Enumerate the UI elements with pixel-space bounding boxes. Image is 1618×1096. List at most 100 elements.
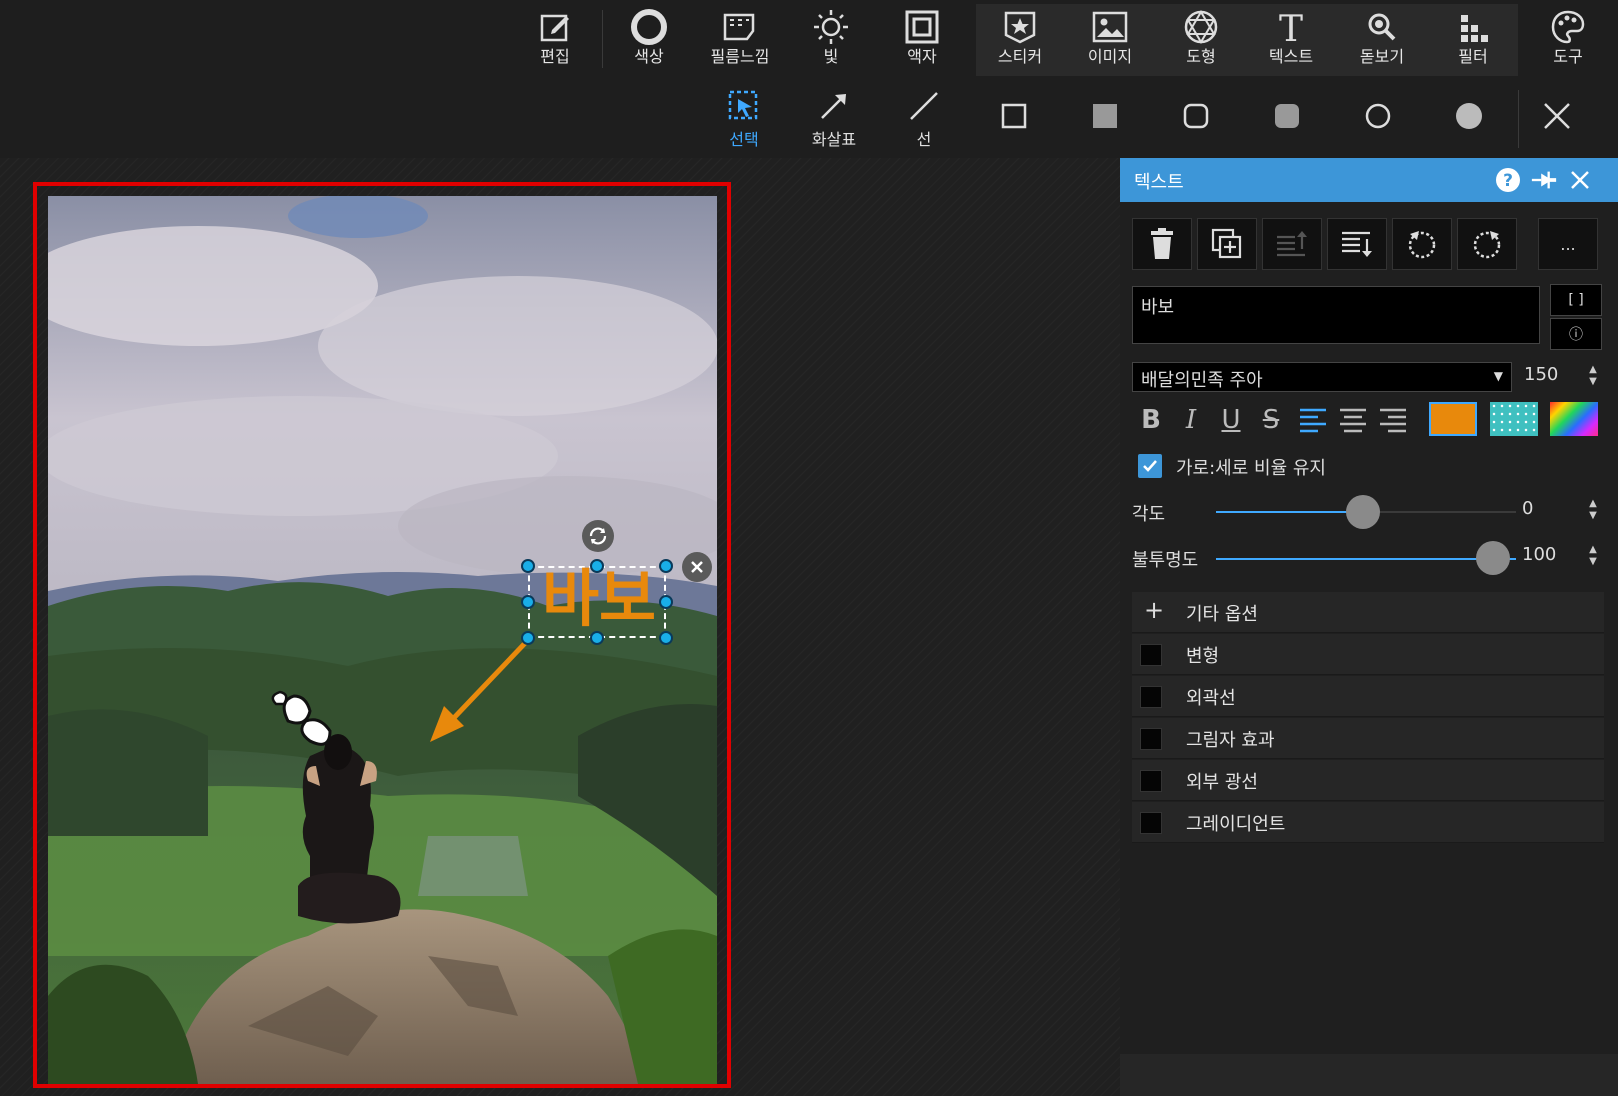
toolbar-image[interactable]: 이미지 [1069,6,1151,74]
subtool-arrow[interactable]: 화살표 [794,86,874,152]
rainbow-swatch[interactable] [1550,402,1598,436]
square-filled-button[interactable] [1091,102,1119,130]
help-icon: ? [1496,168,1520,192]
resize-handle[interactable] [590,559,604,573]
help-button[interactable]: ? [1494,166,1522,194]
resize-handle[interactable] [659,631,673,645]
opacity-spinner[interactable]: ▲ ▼ [1586,544,1600,572]
rotate-right-button[interactable] [1457,218,1517,270]
option-checkbox[interactable] [1140,728,1162,750]
align-center-button[interactable] [1334,402,1372,438]
opacity-slider-knob[interactable] [1476,541,1510,575]
circle-outline-button[interactable] [1364,102,1392,130]
toolbar-magnifier[interactable]: 돋보기 [1341,6,1423,74]
square-outline-button[interactable] [1000,102,1028,130]
toolbar-color[interactable]: 색상 [608,6,690,74]
text-color-swatch[interactable] [1429,402,1477,436]
align-right-button[interactable] [1374,402,1412,438]
info-button[interactable]: ⓘ [1550,318,1602,350]
rounded-square-filled-button[interactable] [1273,102,1301,130]
option-outline[interactable]: 외곽선 [1132,676,1604,717]
subtool-arrow-label: 화살표 [811,130,857,149]
rotate-handle[interactable] [582,520,614,552]
toolbar-tools[interactable]: 도구 [1527,6,1609,74]
angle-value[interactable]: 0 [1522,498,1533,519]
option-checkbox[interactable] [1140,770,1162,792]
send-backward-icon [1342,231,1372,257]
duplicate-icon [1211,228,1242,259]
opacity-value[interactable]: 100 [1522,544,1556,565]
resize-handle[interactable] [659,559,673,573]
delete-button[interactable] [1132,218,1192,270]
sun-icon [814,10,848,44]
underline-button[interactable]: U [1212,402,1250,438]
keep-ratio-checkbox[interactable] [1138,454,1162,478]
resize-handle[interactable] [659,595,673,609]
toolbar-sticker[interactable]: 스티커 [979,6,1061,74]
resize-handle[interactable] [590,631,604,645]
option-checkbox[interactable] [1140,644,1162,666]
toolbar-shape[interactable]: 도형 [1160,6,1242,74]
pin-button[interactable] [1530,166,1558,194]
option-checkbox[interactable] [1140,812,1162,834]
bring-forward-button[interactable] [1262,218,1322,270]
toolbar-film[interactable]: 필름느낌 [699,6,781,74]
toolbar-light[interactable]: 빛 [790,6,872,74]
option-outer-glow[interactable]: 외부 광선 [1132,760,1604,801]
rounded-square-outline-button[interactable] [1182,102,1210,130]
angle-slider-track[interactable] [1376,511,1516,513]
bold-button[interactable]: B [1132,402,1170,438]
toolbar-text[interactable]: T 텍스트 [1250,6,1332,74]
toolbar-magnifier-label: 돋보기 [1359,47,1405,66]
toolbar-edit[interactable]: 편집 [514,6,596,74]
font-size-value[interactable]: 150 [1524,364,1558,385]
font-size-spinner[interactable]: ▲ ▼ [1586,364,1600,392]
subtoolbar-close-button[interactable] [1541,100,1573,132]
subtoolbar-divider [1518,90,1519,148]
photo-canvas[interactable] [48,196,717,1084]
strikethrough-button[interactable]: S [1252,402,1290,438]
circle-filled-button[interactable] [1455,102,1483,130]
orange-arrow-object[interactable] [420,630,540,750]
subtool-select[interactable]: 선택 [704,86,784,152]
resize-handle[interactable] [521,631,535,645]
send-backward-button[interactable] [1327,218,1387,270]
text-input[interactable]: 바보 [1132,286,1540,344]
align-center-icon [1340,408,1366,433]
toolbar-edit-label: 편집 [540,47,570,66]
close-icon [1571,171,1589,189]
more-options-row[interactable]: + 기타 옵션 [1132,592,1604,633]
more-button[interactable]: ... [1538,218,1598,270]
resize-handle[interactable] [521,559,535,573]
panel-close-button[interactable] [1566,166,1594,194]
option-label: 변형 [1186,646,1220,667]
line-icon [910,92,938,120]
subtool-line[interactable]: 선 [884,86,964,152]
pattern-swatch[interactable] [1490,402,1538,436]
toolbar-frame[interactable]: 액자 [881,6,963,74]
angle-slider-knob[interactable] [1346,495,1380,529]
close-icon [1544,103,1570,129]
option-gradient[interactable]: 그레이디언트 [1132,802,1604,843]
option-transform[interactable]: 변형 [1132,634,1604,675]
angle-spinner[interactable]: ▲ ▼ [1586,498,1600,526]
circle-icon [631,9,667,45]
italic-button[interactable]: I [1172,402,1210,438]
opacity-slider-fill[interactable] [1216,558,1516,560]
align-left-button[interactable] [1294,402,1332,438]
toolbar-filter[interactable]: 필터 [1432,6,1514,74]
option-checkbox[interactable] [1140,686,1162,708]
subtool-line-label: 선 [916,130,932,149]
resize-handle[interactable] [521,595,535,609]
font-select[interactable]: 배달의민족 주아 ▼ [1132,362,1512,392]
duplicate-button[interactable] [1197,218,1257,270]
option-shadow[interactable]: 그림자 효과 [1132,718,1604,759]
rotate-left-icon [1408,231,1436,259]
rotate-left-button[interactable] [1392,218,1452,270]
text-icon: T [1279,9,1303,45]
delete-object-button[interactable] [682,552,712,582]
bracket-button[interactable]: [ ] [1550,284,1602,316]
more-options-label: 기타 옵션 [1186,604,1258,625]
option-label: 외부 광선 [1186,772,1258,793]
edit-icon [540,14,569,42]
